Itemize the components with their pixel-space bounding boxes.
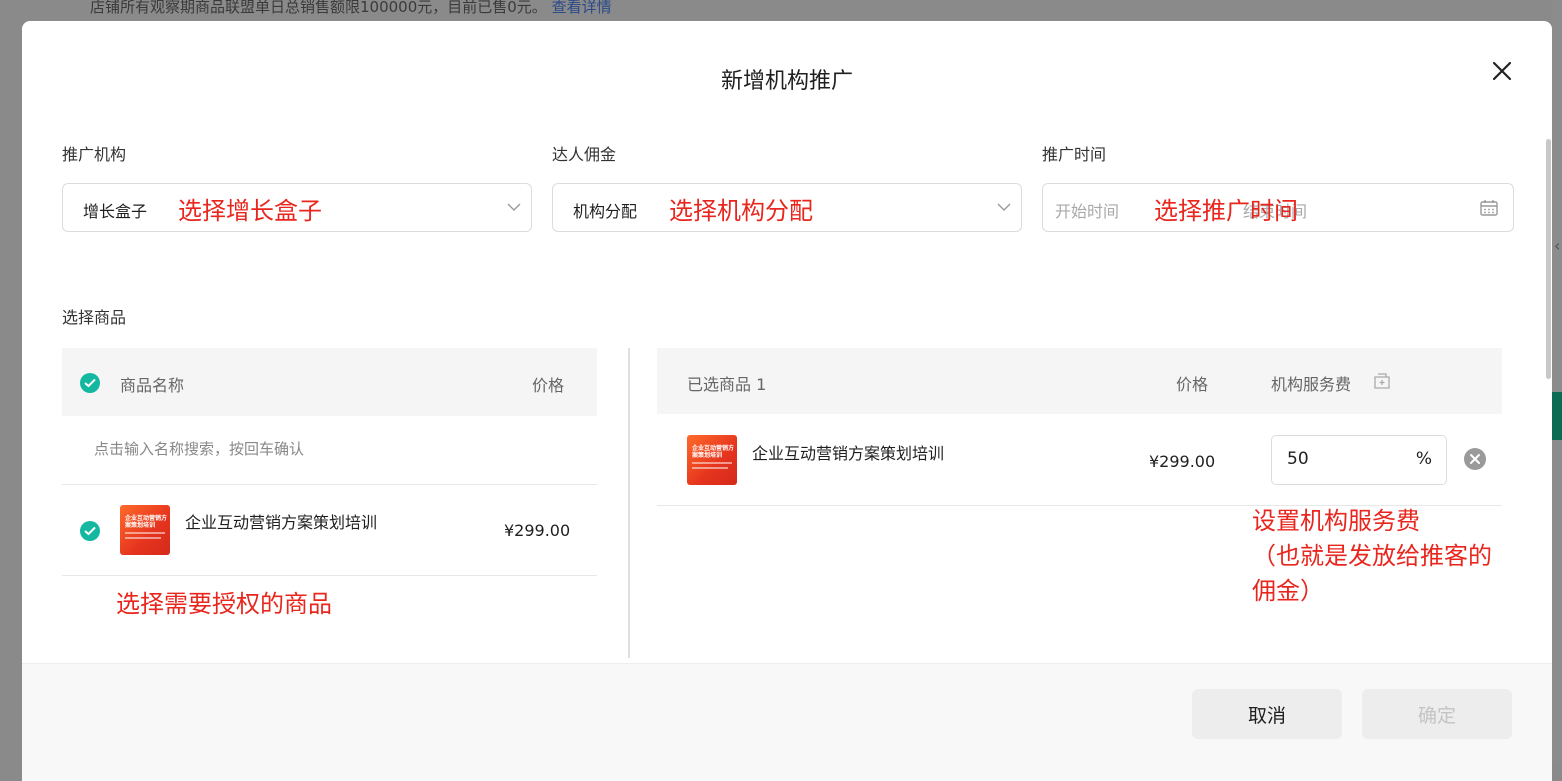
notice-detail-link[interactable]: 查看详情	[552, 0, 612, 16]
check-icon	[84, 378, 96, 388]
select-all-checkbox[interactable]	[80, 373, 100, 393]
thumbnail-text: 企业互动营销方案策划培训	[125, 515, 168, 529]
fee-unit: %	[1415, 449, 1432, 469]
product-search-row	[62, 416, 597, 485]
selected-product-row: 企业互动营销方案策划培训 企业互动营销方案策划培训 ¥299.00 %	[657, 414, 1502, 506]
dialog-footer: 取消 确定	[22, 663, 1552, 781]
fee-annotation-line: 佣金）	[1252, 577, 1324, 605]
time-label: 推广时间	[1042, 145, 1107, 164]
fee-annotation-line: 设置机构服务费	[1252, 507, 1420, 535]
agency-fee-field[interactable]: %	[1271, 435, 1447, 485]
col-product-name: 商品名称	[120, 376, 185, 395]
close-icon[interactable]	[1488, 57, 1516, 85]
product-name: 企业互动营销方案策划培训	[185, 513, 378, 532]
backdrop-strip	[1552, 0, 1562, 761]
fee-annotation-line: （也就是发放给推客的	[1252, 542, 1492, 570]
confirm-button[interactable]: 确定	[1362, 689, 1512, 739]
check-icon	[84, 526, 96, 536]
selected-product-name: 企业互动营销方案策划培训	[752, 444, 945, 463]
backdrop-chevron-icon: ‹	[1554, 236, 1561, 255]
product-thumbnail: 企业互动营销方案策划培训	[120, 505, 170, 555]
selected-product-thumbnail: 企业互动营销方案策划培训	[687, 435, 737, 485]
commission-label: 达人佣金	[552, 145, 617, 164]
chevron-down-icon	[507, 203, 521, 211]
col-selected-price: 价格	[1176, 375, 1209, 394]
product-price: ¥299.00	[504, 521, 571, 540]
col-agency-fee: 机构服务费	[1271, 375, 1352, 394]
add-agency-promotion-dialog: 新增机构推广 推广机构 增长盒子 选择增长盒子 达人佣金 机构分配 选择机构分配…	[22, 21, 1552, 781]
thumbnail-text: 企业互动营销方案策划培训	[692, 445, 735, 459]
panel-divider	[628, 348, 630, 658]
remove-product-icon[interactable]	[1464, 448, 1486, 470]
backdrop-green-tab	[1552, 392, 1562, 440]
product-list-item[interactable]: 企业互动营销方案策划培训 企业互动营销方案策划培训 ¥299.00	[62, 485, 597, 576]
agency-label: 推广机构	[62, 145, 127, 164]
agency-annotation: 选择增长盒子	[178, 197, 322, 225]
col-price: 价格	[532, 376, 565, 395]
calendar-icon	[1480, 200, 1498, 216]
dialog-title: 新增机构推广	[720, 69, 853, 94]
select-products-label: 选择商品	[62, 308, 127, 327]
selected-products-header: 已选商品 1 价格 机构服务费	[657, 348, 1502, 414]
fee-annotation: 设置机构服务费 （也就是发放给推客的 佣金）	[1252, 504, 1492, 609]
cancel-button[interactable]: 取消	[1192, 689, 1342, 739]
agency-fee-input[interactable]	[1287, 449, 1407, 469]
selected-product-price: ¥299.00	[1149, 452, 1216, 471]
chevron-down-icon	[997, 203, 1011, 211]
product-search-input[interactable]	[94, 440, 534, 458]
product-annotation: 选择需要授权的商品	[116, 590, 332, 618]
time-annotation: 选择推广时间	[1154, 197, 1298, 225]
dialog-scrollbar[interactable]	[1546, 139, 1551, 379]
col-selected-count: 已选商品 1	[687, 375, 767, 394]
backdrop-notice: 店铺所有观察期商品联盟单日总销售额限100000元，目前已售0元。 查看详情	[90, 0, 612, 17]
commission-select-value: 机构分配	[573, 202, 638, 221]
notice-text: 店铺所有观察期商品联盟单日总销售额限100000元，目前已售0元。	[90, 0, 547, 16]
agency-select-value: 增长盒子	[83, 202, 148, 221]
product-list-header: 商品名称 价格	[62, 348, 597, 416]
start-time-input[interactable]: 开始时间	[1055, 198, 1119, 222]
batch-set-icon[interactable]	[1373, 372, 1391, 390]
commission-annotation: 选择机构分配	[669, 197, 813, 225]
product-checkbox[interactable]	[80, 521, 100, 541]
